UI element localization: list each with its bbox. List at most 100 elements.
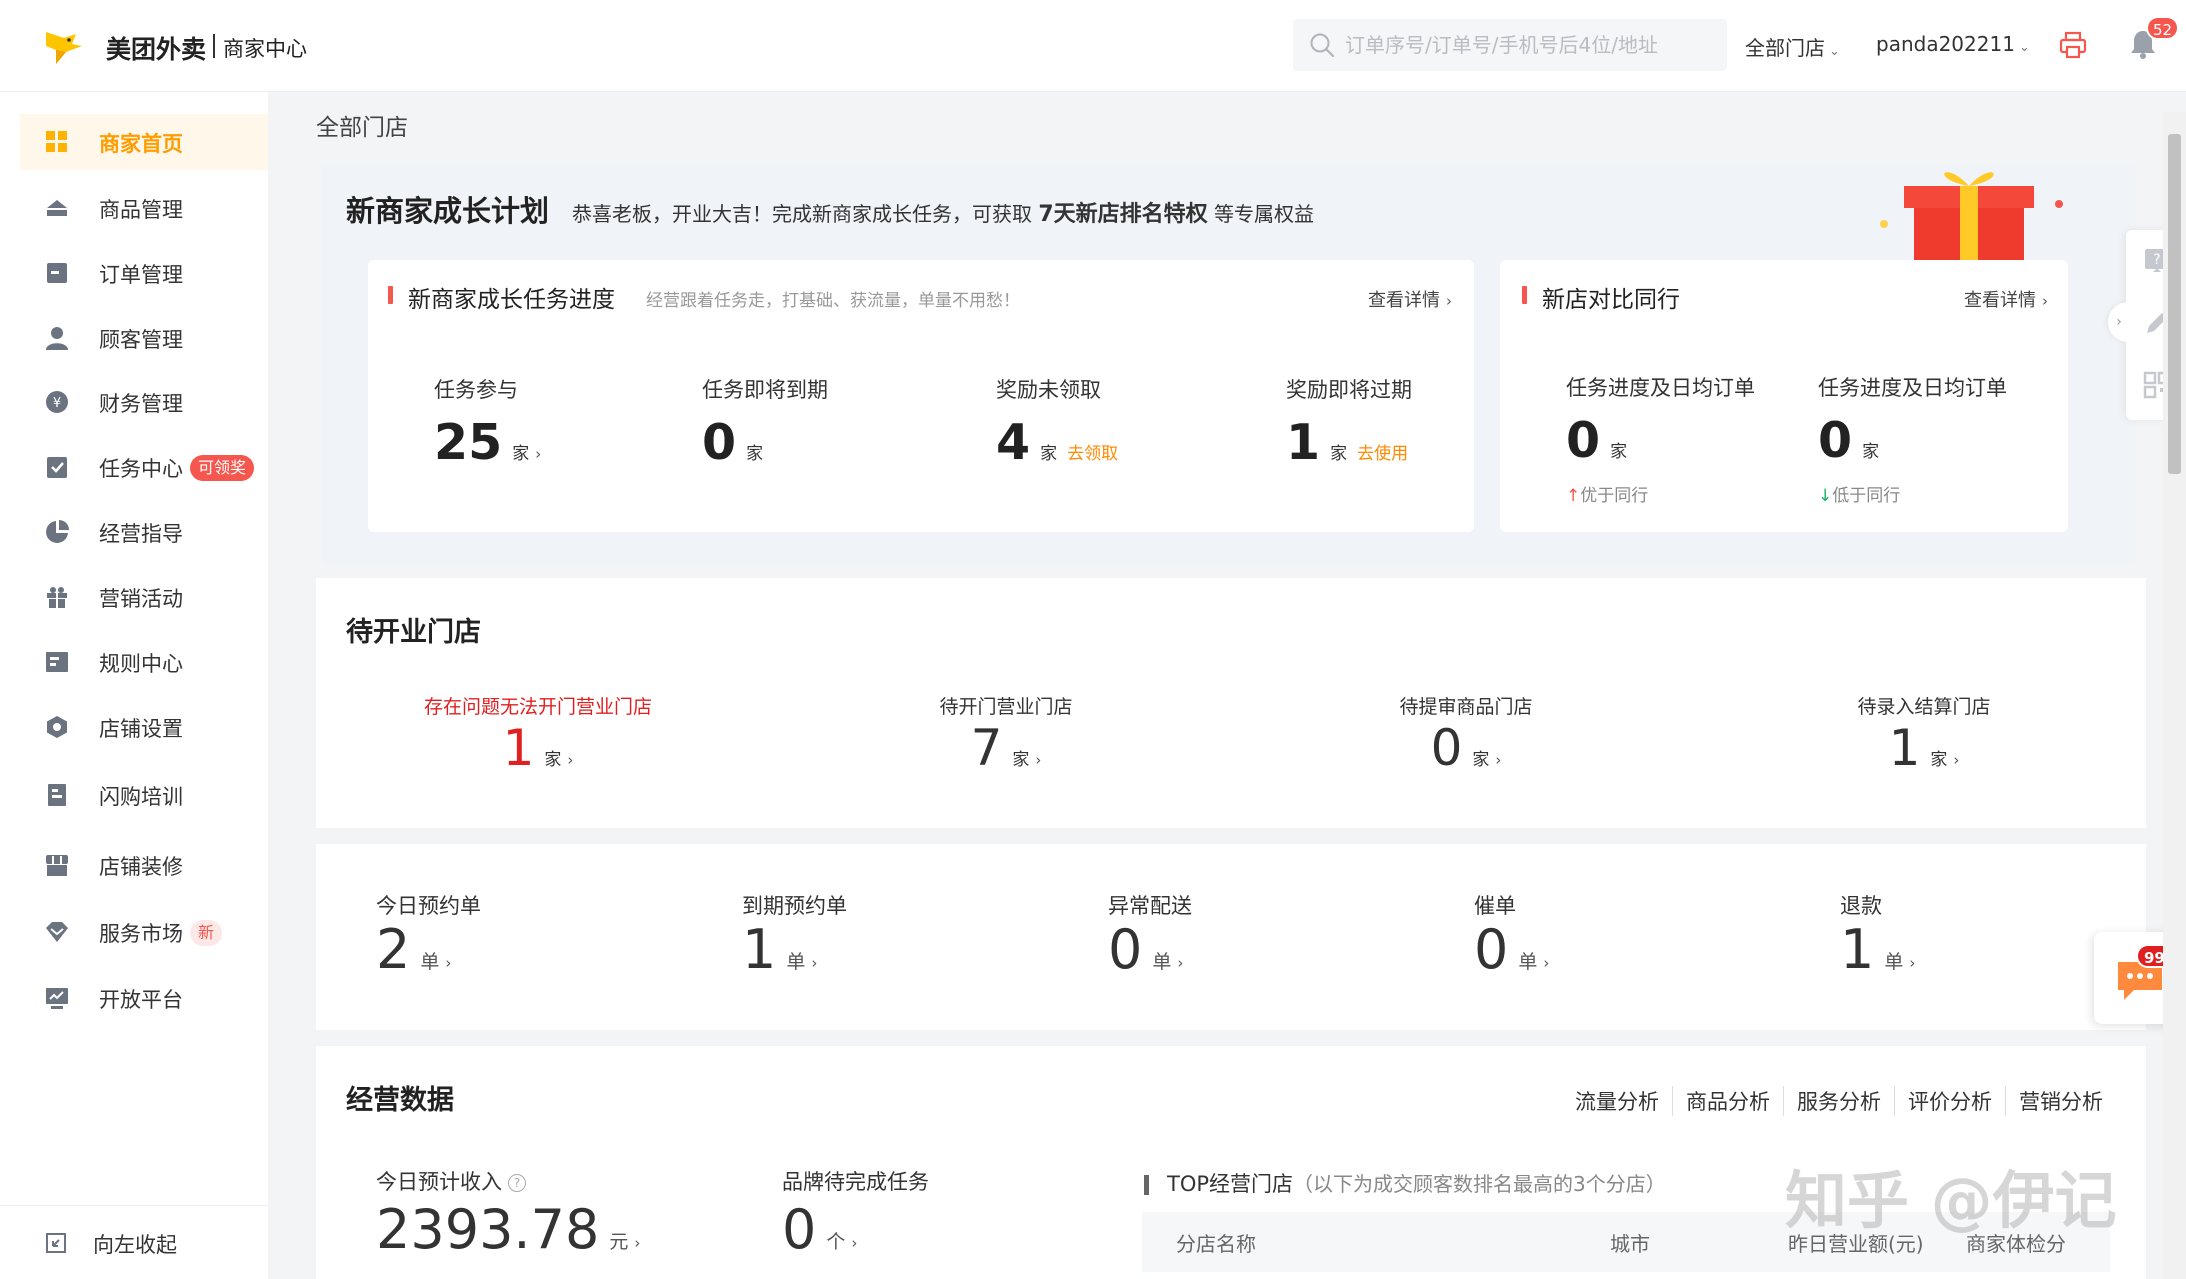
brand-name[interactable]: 美团外卖 <box>106 30 206 66</box>
use-reward-link[interactable]: 去使用 <box>1357 444 1408 464</box>
stat-to-open-stores[interactable]: 待开门营业门店 7 家 › <box>856 692 1156 777</box>
peer-compare-card: 新店对比同行 查看详情 › 任务进度及日均订单 0家 ↑优于同行 任务进度及日均订… <box>1500 260 2068 532</box>
stat-due-reservations[interactable]: 到期预约单 1 单 › <box>742 890 847 980</box>
stat-peer-compare-1[interactable]: 任务进度及日均订单 0家 ↑优于同行 <box>1566 372 1755 506</box>
search-input[interactable] <box>1345 19 1715 71</box>
scrollbar-thumb[interactable] <box>2168 134 2181 474</box>
stat-label: 待录入结算门店 <box>1857 696 1991 718</box>
peer-compare-detail-link[interactable]: 查看详情 › <box>1964 286 2048 312</box>
stat-value: 1 <box>1888 719 1921 777</box>
sidebar-item-decoration[interactable]: 店铺装修 <box>20 837 268 893</box>
stat-unit: 家 <box>1862 442 1880 462</box>
collapse-label: 向左收起 <box>93 1233 177 1257</box>
kangaroo-logo-icon[interactable] <box>42 24 86 68</box>
stat-value: 1 <box>502 719 535 777</box>
sidebar-item-service-market[interactable]: 服务市场 新 <box>20 904 268 960</box>
sidebar-item-rules[interactable]: 规则中心 <box>20 634 268 690</box>
stat-label: 存在问题无法开门营业门店 <box>423 696 652 718</box>
printer-icon[interactable] <box>2058 30 2088 60</box>
task-progress-detail-link[interactable]: 查看详情 › <box>1368 286 1452 312</box>
stat-unit: 家 <box>544 750 562 770</box>
sidebar-item-store-settings[interactable]: 店铺设置 <box>20 699 268 755</box>
stat-value: 0 <box>1818 412 1853 469</box>
peer-compare-title: 新店对比同行 <box>1542 287 1680 313</box>
store-select-dropdown[interactable]: 全部门店 ⌄ <box>1745 32 1840 61</box>
stat-reward-expiring[interactable]: 奖励即将过期 1 家去使用 <box>1286 374 1412 471</box>
stat-label: 退款 <box>1840 894 1882 918</box>
stat-refunds[interactable]: 退款 1 单 › <box>1840 890 1915 980</box>
task-clipboard-icon <box>47 457 67 478</box>
stat-unit: 家 <box>512 444 530 464</box>
stat-value: 1 <box>1286 414 1321 471</box>
storefront-icon <box>46 855 68 876</box>
yen-coin-icon: ¥ <box>46 391 68 413</box>
svg-text:¥: ¥ <box>53 396 61 411</box>
sidebar-item-guidance[interactable]: 经营指导 <box>20 504 268 560</box>
search-icon[interactable] <box>1309 32 1335 58</box>
tab-product-analysis[interactable]: 商品分析 <box>1672 1086 1783 1116</box>
rules-document-icon <box>46 652 68 672</box>
arrow-up-icon: ↑ <box>1566 486 1581 506</box>
tab-marketing-analysis[interactable]: 营销分析 <box>2005 1086 2116 1116</box>
stat-label: 任务参与 <box>434 378 518 402</box>
sidebar-item-orders[interactable]: 订单管理 <box>20 245 268 301</box>
tab-traffic-analysis[interactable]: 流量分析 <box>1562 1086 1672 1116</box>
sidebar-nav: 商家首页 商品管理 订单管理 顾客管理 ¥ 财务管理 任务中心 可领奖 经营指导… <box>0 92 268 1279</box>
stat-task-participation[interactable]: 任务参与 25 家 › <box>434 374 541 471</box>
sidebar-item-flash-training[interactable]: 闪购培训 <box>20 767 268 823</box>
sidebar-item-finance[interactable]: ¥ 财务管理 <box>20 374 268 430</box>
sidebar-item-label: 闪购培训 <box>99 785 183 809</box>
stat-today-reservations[interactable]: 今日预约单 2 单 › <box>376 890 481 980</box>
sidebar-item-tasks[interactable]: 任务中心 可领奖 <box>20 439 268 495</box>
chevron-down-icon: ⌄ <box>1829 44 1840 59</box>
stat-unit: 家 <box>1930 750 1948 770</box>
sidebar-item-customers[interactable]: 顾客管理 <box>20 310 268 366</box>
chevron-right-icon: › <box>1446 292 1452 310</box>
order-search-box[interactable] <box>1293 19 1727 71</box>
stat-label: 待提审商品门店 <box>1399 696 1533 718</box>
stat-settlement-stores[interactable]: 待录入结算门店 1 家 › <box>1774 692 2074 777</box>
stat-reward-unclaimed[interactable]: 奖励未领取 4 家去领取 <box>996 374 1118 471</box>
stat-value: 0 <box>1430 719 1463 777</box>
stat-label: 任务进度及日均订单 <box>1818 376 2007 400</box>
stat-goods-review-stores[interactable]: 待提审商品门店 0 家 › <box>1316 692 1616 777</box>
stat-unit: 单 <box>1518 951 1538 973</box>
user-menu-dropdown[interactable]: panda202211 ⌄ <box>1876 32 2030 56</box>
order-list-icon <box>47 263 67 283</box>
stat-label: 品牌待完成任务 <box>782 1170 929 1194</box>
sidebar-item-products[interactable]: 商品管理 <box>20 180 268 236</box>
sidebar-item-label: 店铺装修 <box>99 855 183 879</box>
sidebar-item-home[interactable]: 商家首页 <box>20 114 268 170</box>
stat-unit: 家 <box>1012 750 1030 770</box>
stat-brand-tasks[interactable]: 品牌待完成任务 0 个 › <box>782 1166 929 1260</box>
claim-reward-link[interactable]: 去领取 <box>1067 444 1118 464</box>
stat-value: 1 <box>1840 918 1875 981</box>
stat-label: 今日预计收入 <box>376 1170 502 1194</box>
accent-bar <box>388 286 393 304</box>
stat-peer-compare-2[interactable]: 任务进度及日均订单 0家 ↓低于同行 <box>1818 372 2007 506</box>
stat-task-expiring[interactable]: 任务即将到期 0家 <box>702 374 828 471</box>
tab-service-analysis[interactable]: 服务分析 <box>1783 1086 1894 1116</box>
stat-problem-stores[interactable]: 存在问题无法开门营业门店 1 家 › <box>368 692 708 777</box>
stat-value: 0 <box>782 1198 817 1261</box>
collapse-sidebar-button[interactable]: 向左收起 <box>0 1205 268 1279</box>
training-book-icon <box>48 784 66 806</box>
stat-unit: 单 <box>1884 951 1904 973</box>
tab-review-analysis[interactable]: 评价分析 <box>1894 1086 2005 1116</box>
svg-text:?: ? <box>2153 252 2160 268</box>
help-question-icon[interactable]: ? <box>508 1174 526 1192</box>
chevron-right-icon: › <box>634 1234 641 1252</box>
banner-highlight-text: 7天新店排名特权 <box>1038 202 1208 227</box>
stat-reminders[interactable]: 催单 0 单 › <box>1474 890 1549 980</box>
sidebar-item-marketing[interactable]: 营销活动 <box>20 569 268 625</box>
gift-box-icon <box>1880 172 2063 274</box>
stat-abnormal-delivery[interactable]: 异常配送 0 单 › <box>1108 890 1192 980</box>
page-scrollbar[interactable] <box>2163 112 2186 1279</box>
sidebar-item-open-platform[interactable]: 开放平台 <box>20 970 268 1026</box>
sidebar-item-label: 订单管理 <box>99 263 183 287</box>
stat-today-income[interactable]: 今日预计收入? 2393.78 元 › <box>376 1166 640 1260</box>
stat-unit: 单 <box>420 951 440 973</box>
stat-value: 0 <box>1108 918 1143 981</box>
chevron-right-icon: › <box>1177 954 1184 972</box>
store-select-label: 全部门店 <box>1745 36 1825 60</box>
